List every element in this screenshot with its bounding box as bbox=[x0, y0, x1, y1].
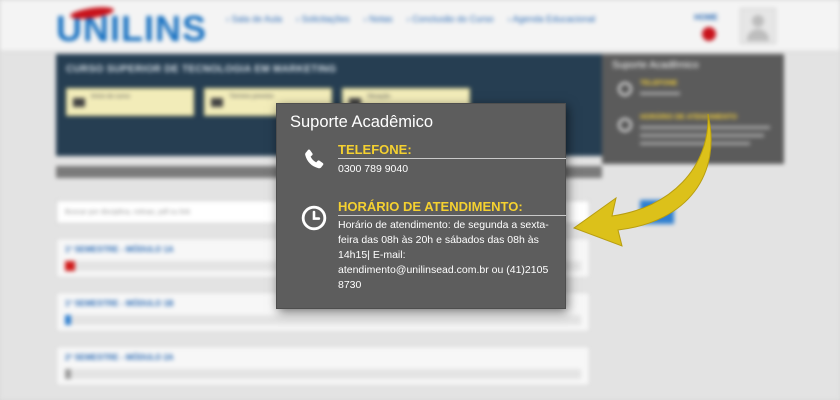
calendar-icon bbox=[211, 98, 223, 107]
top-bar: UNILINS Sala de Aula Solicitações Notas … bbox=[0, 0, 840, 52]
clock-icon bbox=[301, 205, 327, 231]
nav-item-notas[interactable]: Notas bbox=[364, 14, 393, 24]
module-title[interactable]: 1º SEMESTRE - MÓDULO 1B bbox=[65, 299, 174, 308]
progress-track bbox=[65, 369, 581, 379]
module-title[interactable]: 1º SEMESTRE - MÓDULO 1A bbox=[65, 245, 174, 254]
support-line bbox=[640, 92, 680, 95]
info-card-start: Início do curso bbox=[66, 88, 194, 116]
info-card-label: Término previsto bbox=[229, 94, 274, 100]
avatar[interactable] bbox=[740, 8, 776, 44]
notification-bell-icon[interactable] bbox=[702, 27, 716, 41]
support-phone-label: TELEFONE bbox=[640, 80, 678, 87]
hours-text: Horário de atendimento: de segunda a sex… bbox=[338, 219, 549, 291]
calendar-icon bbox=[73, 98, 85, 107]
module-title[interactable]: 2º SEMESTRE - MÓDULO 2A bbox=[65, 353, 174, 362]
progress-track bbox=[65, 315, 581, 325]
progress-fill bbox=[65, 315, 72, 325]
progress-fill bbox=[65, 261, 76, 271]
search-placeholder: Buscar por disciplina, rotinas, pdf ou l… bbox=[65, 209, 191, 216]
support-panel-title: Suporte Acadêmico bbox=[612, 60, 699, 71]
phone-heading: TELEFONE: bbox=[338, 142, 566, 159]
curved-arrow-icon bbox=[572, 113, 712, 247]
phone-number: 0300 789 9040 bbox=[338, 163, 409, 175]
info-card-label: Início do curso bbox=[91, 94, 131, 100]
support-popup: Suporte Acadêmico TELEFONE: 0300 789 904… bbox=[276, 103, 566, 309]
course-title: CURSO SUPERIOR DE TECNOLOGIA EM MARKETIN… bbox=[66, 64, 337, 75]
module-card[interactable]: 2º SEMESTRE - MÓDULO 2A bbox=[56, 346, 590, 386]
unilins-logo: UNILINS bbox=[56, 4, 206, 49]
nav-item-conclusao[interactable]: Conclusão do Curso bbox=[407, 14, 494, 24]
hours-heading: HORÁRIO DE ATENDIMENTO: bbox=[338, 199, 566, 216]
phone-icon bbox=[305, 149, 324, 169]
main-nav: Sala de Aula Solicitações Notas Conclusã… bbox=[226, 14, 596, 24]
nav-item-agenda[interactable]: Agenda Educacional bbox=[508, 14, 596, 24]
nav-item-solicitacoes[interactable]: Solicitações bbox=[296, 14, 350, 24]
nav-item-sala-de-aula[interactable]: Sala de Aula bbox=[226, 14, 283, 24]
info-card-label: Situação bbox=[367, 94, 391, 100]
popup-title: Suporte Acadêmico bbox=[290, 113, 434, 131]
progress-fill bbox=[65, 369, 72, 379]
phone-icon bbox=[618, 82, 632, 96]
home-link[interactable]: HOME bbox=[694, 13, 718, 22]
